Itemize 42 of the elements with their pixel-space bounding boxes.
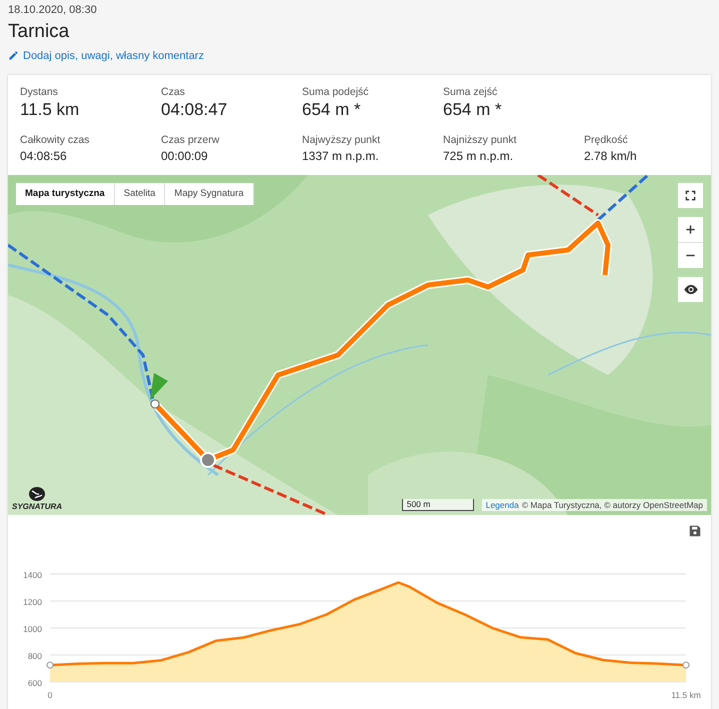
axis-tick-label: 11.5 km xyxy=(671,690,701,700)
logo-text: SYGNATURA xyxy=(12,502,62,511)
stat-value: 725 m n.p.m. xyxy=(443,148,514,165)
stat-value: 654 m * xyxy=(443,99,502,121)
axis-tick-label: 1200 xyxy=(23,597,42,607)
stat-label: Najwyższy punkt xyxy=(302,133,380,147)
stat-label: Dystans xyxy=(20,85,58,99)
axis-tick-label: 800 xyxy=(28,651,42,661)
legend-link[interactable]: Legenda xyxy=(486,500,519,510)
axis-tick-label: 1000 xyxy=(23,624,42,634)
stat-value: 654 m * xyxy=(302,99,361,121)
axis-tick-label: 0 xyxy=(48,690,52,700)
fullscreen-button[interactable] xyxy=(678,183,703,208)
axis-tick-label: 1400 xyxy=(23,570,42,580)
stat-value: 11.5 km xyxy=(20,99,80,121)
stat-label: Najniższy punkt xyxy=(443,133,517,147)
stat-value: 04:08:47 xyxy=(161,99,228,121)
stat-label: Prędkość xyxy=(584,133,628,147)
stat-value: 2.78 km/h xyxy=(584,148,637,165)
end-point xyxy=(682,662,690,669)
axis-tick-label: 600 xyxy=(28,678,42,688)
plus-icon xyxy=(685,224,696,235)
start-point xyxy=(46,662,54,669)
fullscreen-icon xyxy=(685,190,696,201)
stat-label: Czas przerw xyxy=(161,133,220,147)
stat-label: Całkowity czas xyxy=(20,133,90,147)
stat-label: Suma zejść xyxy=(443,85,498,99)
stat-label: Suma podejść xyxy=(302,85,369,99)
stat-value: 1337 m n.p.m. xyxy=(302,148,379,165)
track-title: Tarnica xyxy=(8,20,70,44)
scale-bar: 500 m xyxy=(402,499,474,511)
save-icon[interactable] xyxy=(689,525,701,537)
zoom-in-button[interactable] xyxy=(678,217,703,242)
eye-icon xyxy=(682,284,698,295)
stat-value: 04:08:56 xyxy=(20,148,67,165)
attribution-text: © Mapa Turystyczna, © autorzy OpenStreetMap xyxy=(522,500,703,510)
visibility-button[interactable] xyxy=(678,277,703,302)
stat-value: 00:00:09 xyxy=(161,148,208,165)
pencil-icon xyxy=(8,50,19,61)
stat-label: Czas xyxy=(161,85,185,99)
add-comment-link[interactable]: Dodaj opis, uwagi, własny komentarz xyxy=(8,48,204,62)
date-text: 18.10.2020, 08:30 xyxy=(8,3,98,17)
